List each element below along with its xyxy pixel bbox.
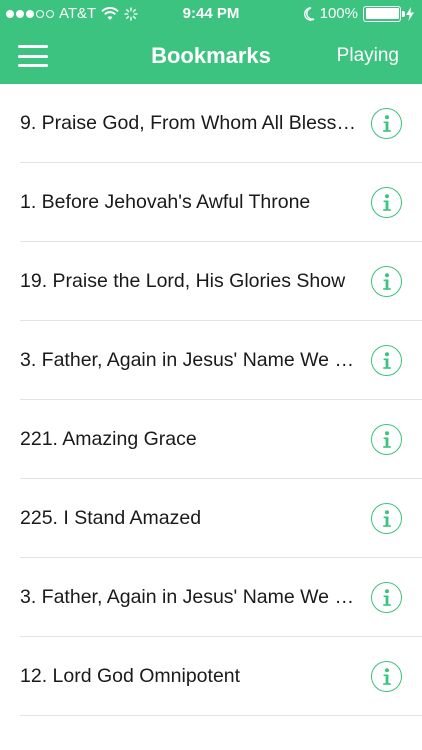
moon-icon <box>303 6 315 21</box>
battery-icon <box>363 5 405 22</box>
bookmark-title: 9. Praise God, From Whom All Blessings F… <box>20 112 356 134</box>
bookmark-title: 12. Lord God Omnipotent <box>20 665 241 687</box>
bookmark-list: 9. Praise God, From Whom All Blessings F… <box>0 84 422 716</box>
status-bar-right: 100% <box>303 5 414 22</box>
bookmark-row[interactable]: 3. Father, Again in Jesus' Name We Meet <box>0 558 422 637</box>
info-icon[interactable] <box>371 503 402 534</box>
bookmark-row[interactable]: 9. Praise God, From Whom All Blessings F… <box>0 84 422 163</box>
bookmark-row[interactable]: 1. Before Jehovah's Awful Throne <box>0 163 422 242</box>
info-icon[interactable] <box>371 187 402 218</box>
bookmark-row[interactable]: 3. Father, Again in Jesus' Name We Meet <box>0 321 422 400</box>
battery-percent: 100% <box>319 5 358 22</box>
bookmark-title: 221. Amazing Grace <box>20 428 197 450</box>
bookmark-title: 225. I Stand Amazed <box>20 507 202 529</box>
info-icon[interactable] <box>371 424 402 455</box>
bookmark-title: 19. Praise the Lord, His Glories Show <box>20 270 346 292</box>
info-icon[interactable] <box>371 345 402 376</box>
bookmark-row[interactable]: 12. Lord God Omnipotent <box>0 637 422 716</box>
info-icon[interactable] <box>371 108 402 139</box>
header: AT&T 9:44 PM 100% Bookmarks Playing <box>0 0 422 84</box>
bookmark-title: 3. Father, Again in Jesus' Name We Meet <box>20 586 356 608</box>
playing-button[interactable]: Playing <box>337 45 399 67</box>
info-icon[interactable] <box>371 266 402 297</box>
status-bar: AT&T 9:44 PM 100% <box>0 0 422 28</box>
bookmark-row[interactable]: 19. Praise the Lord, His Glories Show <box>0 242 422 321</box>
charging-bolt-icon <box>406 6 414 21</box>
info-icon[interactable] <box>371 582 402 613</box>
bookmark-row[interactable]: 225. I Stand Amazed <box>0 479 422 558</box>
bookmark-title: 1. Before Jehovah's Awful Throne <box>20 191 311 213</box>
info-icon[interactable] <box>371 661 402 692</box>
bookmark-row[interactable]: 221. Amazing Grace <box>0 400 422 479</box>
navigation-bar: Bookmarks Playing <box>0 28 422 84</box>
bookmark-title: 3. Father, Again in Jesus' Name We Meet <box>20 349 356 371</box>
